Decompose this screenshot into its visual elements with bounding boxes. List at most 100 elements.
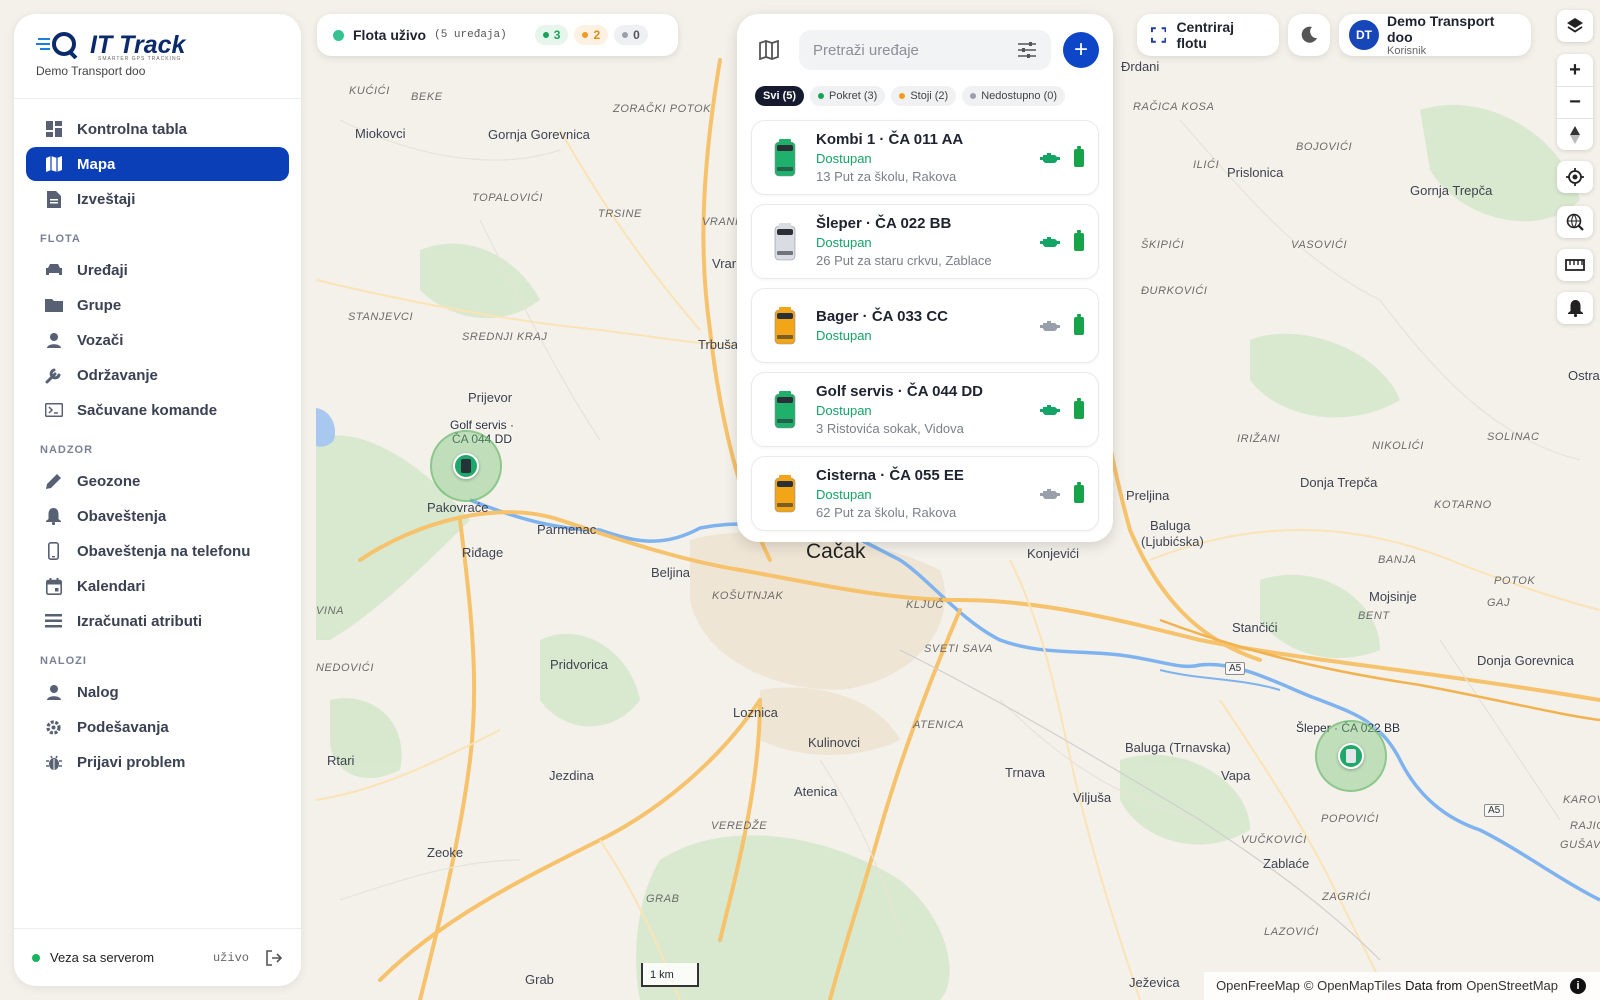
live-status-dot [333, 29, 344, 41]
stopped-count-badge: 2 [574, 25, 609, 45]
filter-chip-offline[interactable]: Nedostupno (0) [962, 86, 1066, 106]
map-label: Trnava [1005, 765, 1045, 780]
plus-icon: + [1073, 36, 1088, 63]
device-status: Dostupan [816, 487, 872, 502]
folder-icon [44, 296, 63, 315]
device-address: 3 Ristovića sokak, Vidova [816, 421, 964, 436]
phone-icon [44, 542, 63, 561]
sidebar-item-map[interactable]: Mapa [26, 147, 289, 181]
sidebar-item-reports[interactable]: Izveštaji [26, 182, 289, 216]
sidebar-item-settings[interactable]: Podešavanja [26, 710, 289, 744]
add-device-button[interactable]: + [1063, 32, 1099, 68]
device-card[interactable]: Golf servis · ČA 044 DD Dostupan 3 Risto… [751, 372, 1099, 447]
moving-count: 3 [553, 28, 561, 42]
map-label: TOPALOVIĆI [472, 192, 544, 204]
map-view-toggle[interactable] [751, 32, 787, 68]
map-label: Gornja Gorevnica [488, 127, 590, 142]
measure-button[interactable] [1557, 249, 1593, 281]
device-card[interactable]: Kombi 1 · ČA 011 AA Dostupan 13 Put za š… [751, 120, 1099, 195]
map-attribution: OpenFreeMap © OpenMapTiles Data from Ope… [1204, 972, 1600, 1000]
search-map-button[interactable] [1557, 206, 1593, 238]
map-label: RAJIĆ [1570, 820, 1600, 832]
map-label: (Ljubićska) [1141, 534, 1204, 549]
device-name: Cisterna · ČA 055 EE [816, 467, 964, 484]
map-label: SREDNJI KRAJ [462, 331, 548, 343]
map-label: BEKE [411, 91, 443, 103]
compass-button[interactable] [1557, 118, 1593, 150]
theme-toggle-button[interactable] [1288, 14, 1330, 56]
vehicle-marker-golf[interactable] [430, 430, 502, 502]
live-indicator: uživo [212, 950, 249, 965]
sidebar-item-report-problem[interactable]: Prijavi problem [26, 745, 289, 779]
filter-sliders-icon[interactable] [1017, 41, 1037, 59]
device-indicators [1040, 313, 1084, 335]
sidebar-item-dashboard[interactable]: Kontrolna tabla [26, 112, 289, 146]
sidebar-item-saved-commands[interactable]: Sačuvane komande [26, 393, 289, 427]
sidebar-item-groups[interactable]: Grupe [26, 288, 289, 322]
zoom-out-button[interactable]: − [1557, 86, 1593, 118]
bell-icon [44, 507, 63, 526]
attribution-link[interactable]: OpenFreeMap [1216, 978, 1300, 993]
sidebar-item-label: Uređaji [77, 261, 128, 279]
sidebar-item-drivers[interactable]: Vozači [26, 323, 289, 357]
vehicle-marker-sleper[interactable] [1315, 720, 1387, 792]
terminal-icon [44, 401, 63, 420]
dashboard-icon [44, 120, 63, 139]
sidebar-item-account[interactable]: Nalog [26, 675, 289, 709]
attribution-text[interactable]: © OpenMapTiles [1304, 978, 1401, 993]
device-search-input[interactable] [813, 41, 1017, 59]
sidebar-item-geofences[interactable]: Geozone [26, 464, 289, 498]
map-label: Donja Trepča [1300, 475, 1378, 490]
logo-icon [36, 32, 78, 59]
zoom-in-button[interactable]: + [1557, 54, 1593, 86]
map-label: Beljina [651, 565, 691, 580]
device-status: Dostupan [816, 235, 872, 250]
center-fleet-label: Centriraj flotu [1176, 19, 1235, 51]
filter-chip-stopped[interactable]: Stoji (2) [891, 86, 957, 106]
attribution-link[interactable]: OpenStreetMap [1466, 978, 1558, 993]
device-card[interactable]: Bager · ČA 033 CC Dostupan [751, 288, 1099, 363]
map-label: VASOVIĆI [1291, 239, 1348, 251]
sidebar-item-maintenance[interactable]: Održavanje [26, 358, 289, 392]
layers-button[interactable] [1557, 10, 1593, 42]
user-menu[interactable]: DT Demo Transport doo Korisnik [1339, 13, 1531, 57]
road-shield: A5 [1225, 662, 1246, 675]
logout-icon[interactable] [265, 949, 283, 967]
fleet-status-pill: Flota uživo (5 uređaja) 3 2 0 [317, 14, 678, 56]
sidebar-item-computed-attributes[interactable]: Izračunati atributi [26, 604, 289, 638]
alerts-button[interactable] [1557, 292, 1593, 324]
attribution-text: Data from [1405, 978, 1463, 993]
fullscreen-icon [1151, 27, 1167, 43]
sidebar-item-calendars[interactable]: Kalendari [26, 569, 289, 603]
map-label: SVETI SAVA [924, 643, 993, 655]
logo[interactable]: IT Track [36, 31, 301, 59]
filter-chip-label: Nedostupno (0) [981, 90, 1058, 102]
compass-icon [1570, 125, 1580, 144]
user-name: Demo Transport doo [1387, 13, 1495, 45]
map-label: ZORAČKI POTOK [613, 103, 712, 115]
device-info: Bager · ČA 033 CC Dostupan [816, 308, 1040, 343]
map-label: POTOK [1494, 575, 1536, 587]
sidebar-item-notifications[interactable]: Obaveštenja [26, 499, 289, 533]
user-role: Korisnik [1387, 45, 1427, 57]
device-card[interactable]: Šleper · ČA 022 BB Dostupan 26 Put za st… [751, 204, 1099, 279]
center-fleet-button[interactable]: Centriraj flotu [1137, 14, 1279, 56]
minus-icon: − [1569, 91, 1581, 113]
stopped-count: 2 [593, 28, 601, 42]
vehicle-icon [774, 474, 796, 512]
map-label: Prislonica [1227, 165, 1284, 180]
filter-chip-moving[interactable]: Pokret (3) [810, 86, 886, 106]
sidebar-item-devices[interactable]: Uređaji [26, 253, 289, 287]
device-card[interactable]: Cisterna · ČA 055 EE Dostupan 62 Put za … [751, 456, 1099, 531]
locate-button[interactable] [1557, 161, 1593, 193]
map-label: Zablaće [1263, 856, 1310, 871]
filter-chip-all[interactable]: Svi (5) [755, 86, 805, 106]
sidebar-item-label: Prijavi problem [77, 753, 186, 771]
info-icon[interactable]: i [1570, 978, 1586, 994]
map-label: NEDOVIĆI [316, 662, 374, 674]
map-label: KAROVIĆI [1563, 794, 1600, 806]
sidebar-item-phone-notifications[interactable]: Obaveštenja na telefonu [26, 534, 289, 568]
map-label: Miokovci [355, 126, 406, 141]
brand-name: IT Track [90, 31, 186, 59]
map-label: IRIŽANI [1237, 433, 1281, 445]
